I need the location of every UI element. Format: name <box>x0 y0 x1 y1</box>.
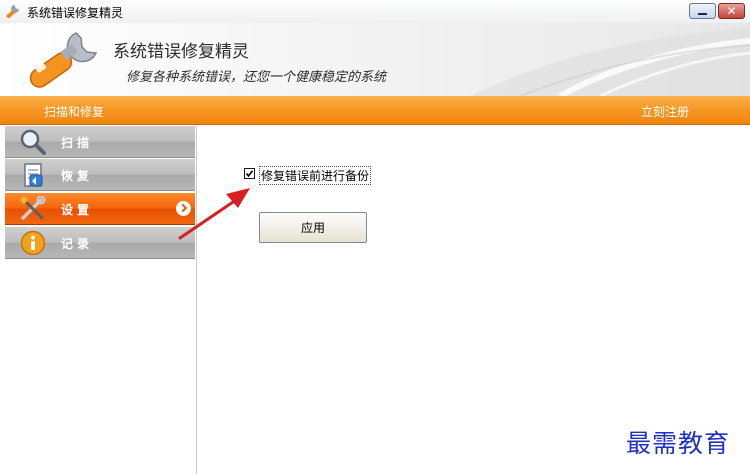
restore-document-icon <box>24 163 43 187</box>
backup-checkbox[interactable] <box>244 168 255 179</box>
tools-icon <box>19 196 46 220</box>
chevron-right-icon <box>176 201 191 216</box>
checkmark-icon <box>245 170 254 178</box>
watermark-text: 最需教育 <box>626 429 731 458</box>
backup-checkbox-label[interactable]: 修复错误前进行备份 <box>259 166 372 185</box>
sidebar-item-label: 恢复 <box>61 169 94 183</box>
info-icon <box>20 230 46 256</box>
tab-scan-and-repair[interactable]: 扫描和修复 <box>44 103 104 120</box>
wrench-logo-icon <box>29 32 98 88</box>
close-button[interactable]: ✕ <box>718 3 745 19</box>
sidebar-item-settings[interactable]: 设置 <box>5 193 195 225</box>
minimize-button[interactable] <box>689 3 716 19</box>
wrench-app-icon <box>6 5 19 18</box>
header-subtitle: 修复各种系统错误，还您一个健康稳定的系统 <box>126 70 387 85</box>
sidebar-item-label: 扫描 <box>61 136 94 150</box>
sidebar-item-label: 记录 <box>61 237 94 251</box>
close-icon: ✕ <box>726 4 737 18</box>
magnifier-icon <box>20 129 46 155</box>
top-nav-bar: 扫描和修复 立刻注册 <box>0 96 750 125</box>
sidebar-item-restore[interactable]: 恢复 <box>5 159 195 191</box>
header-banner: 系统错误修复精灵 修复各种系统错误，还您一个健康稳定的系统 <box>0 23 750 96</box>
apply-button[interactable]: 应用 <box>259 212 367 243</box>
sidebar-item-scan[interactable]: 扫描 <box>5 126 195 158</box>
sidebar-item-log[interactable]: 记录 <box>5 227 195 259</box>
sidebar: 扫描 恢复 设置 记录 <box>4 125 197 474</box>
register-link[interactable]: 立刻注册 <box>641 103 689 120</box>
sidebar-item-label: 设置 <box>61 203 94 217</box>
window-title: 系统错误修复精灵 <box>27 6 124 20</box>
settings-panel: 修复错误前进行备份 应用 <box>197 125 750 474</box>
title-bar: 系统错误修复精灵 ✕ <box>0 0 750 24</box>
header-title: 系统错误修复精灵 <box>113 42 249 62</box>
